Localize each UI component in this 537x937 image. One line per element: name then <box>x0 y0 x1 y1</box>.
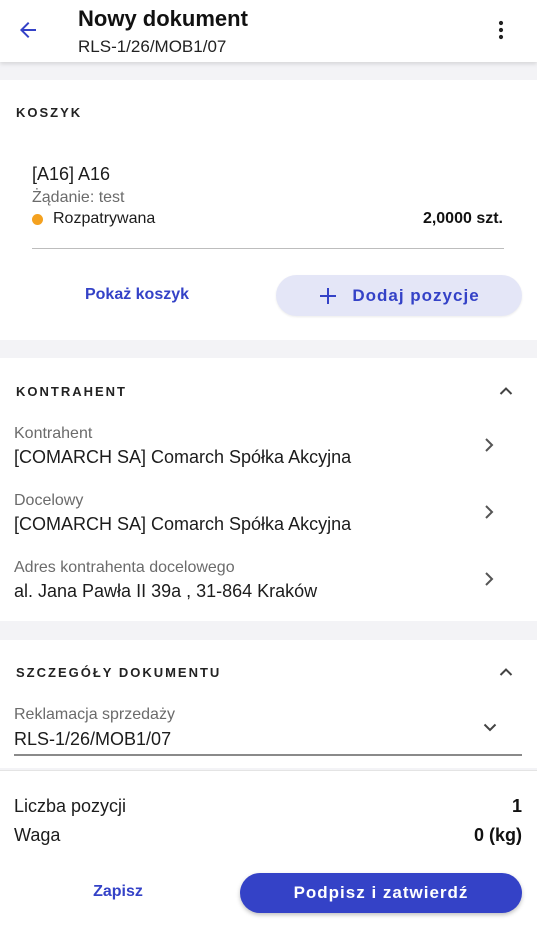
add-items-label: Dodaj pozycje <box>352 285 480 305</box>
arrow-left-icon <box>20 22 36 38</box>
chevron-right-icon <box>485 505 494 519</box>
items-count-value: 1 <box>511 796 522 816</box>
overflow-menu-button[interactable] <box>487 16 515 44</box>
contractor-section-title: KONTRAHENT <box>16 384 127 399</box>
chevron-right-icon <box>485 438 494 452</box>
chevron-up-icon <box>499 668 513 676</box>
divider <box>32 248 504 249</box>
document-type-label: Reklamacja sprzedaży <box>14 706 175 723</box>
page-subtitle: RLS-1/26/MOB1/07 <box>78 37 227 56</box>
target-contractor-row-label: Docelowy <box>14 492 84 509</box>
weight-label: Waga <box>14 825 61 845</box>
show-cart-button[interactable]: Pokaż koszyk <box>40 286 234 304</box>
target-contractor-row-chevron[interactable] <box>479 500 499 524</box>
contractor-row-chevron[interactable] <box>479 433 499 457</box>
save-button[interactable]: Zapisz <box>30 883 206 901</box>
sign-and-confirm-button[interactable]: Podpisz i zatwierdź <box>240 873 522 913</box>
cart-item-request: Żądanie: test <box>32 189 125 206</box>
dropdown-underline <box>14 754 522 756</box>
address-row-label: Adres kontrahenta docelowego <box>14 559 235 576</box>
cart-item-quantity: 2,0000 szt. <box>422 210 503 227</box>
address-row-value: al. Jana Pawła II 39a , 31-864 Kraków <box>14 581 318 601</box>
contractor-row-value: [COMARCH SA] Comarch Spółka Akcyjna <box>14 447 352 467</box>
cart-item-name: [A16] A16 <box>32 164 111 184</box>
chevron-up-icon <box>499 387 513 395</box>
page-title: Nowy dokument <box>78 6 248 31</box>
contractor-row-label: Kontrahent <box>14 425 93 442</box>
target-contractor-row-value: [COMARCH SA] Comarch Spółka Akcyjna <box>14 514 352 534</box>
back-button[interactable] <box>10 14 46 46</box>
cart-item-status: Rozpatrywana <box>53 210 156 227</box>
add-items-button[interactable]: Dodaj pozycje <box>276 275 522 316</box>
status-dot-icon <box>32 214 43 225</box>
collapse-contractor-button[interactable] <box>495 380 517 402</box>
address-row-chevron[interactable] <box>479 567 499 591</box>
chevron-right-icon <box>485 572 494 586</box>
weight-value: 0 (kg) <box>473 825 522 845</box>
document-details-section-title: SZCZEGÓŁY DOKUMENTU <box>16 665 222 680</box>
chevron-down-icon <box>483 723 497 732</box>
plus-icon <box>320 287 337 304</box>
more-vertical-icon <box>498 20 504 40</box>
cart-section-title: KOSZYK <box>16 105 83 120</box>
app-bar: Nowy dokument RLS-1/26/MOB1/07 <box>0 0 537 62</box>
collapse-document-details-button[interactable] <box>495 661 517 683</box>
dropdown-chevron[interactable] <box>479 716 501 738</box>
document-type-value: RLS-1/26/MOB1/07 <box>14 729 172 749</box>
items-count-label: Liczba pozycji <box>14 796 127 816</box>
